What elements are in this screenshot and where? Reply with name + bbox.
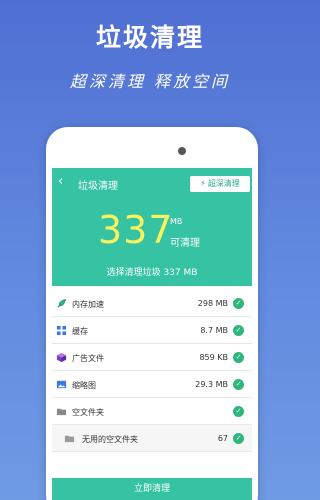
list-item-memory-boost[interactable]: 内存加速 298 MB ✓ — [52, 290, 252, 317]
list-item-unused-empty-folders[interactable]: 无用的空文件夹 67 ✓ — [52, 425, 252, 452]
list-item-size: 8.7 MB — [200, 326, 228, 335]
promo-title: 垃圾清理 — [95, 23, 204, 52]
list-item-label: 无用的空文件夹 — [82, 435, 138, 444]
check-icon[interactable]: ✓ — [233, 352, 244, 363]
list-item-label: 缩略图 — [72, 381, 96, 390]
list-item-label: 缓存 — [72, 327, 88, 336]
back-icon[interactable]: ‹ — [58, 174, 63, 189]
phone-speaker — [178, 147, 186, 155]
list-item-size: 29.3 MB — [195, 380, 228, 389]
selected-junk-text: 选择清理垃圾 337 MB — [106, 268, 198, 278]
list-item-size: 298 MB — [197, 299, 228, 308]
screen-title: 垃圾清理 — [78, 181, 118, 192]
check-icon[interactable]: ✓ — [233, 379, 244, 390]
check-icon[interactable]: ✓ — [233, 406, 244, 417]
image-icon — [56, 379, 67, 390]
deep-clean-button[interactable]: ⚡ 超深清理 — [190, 176, 250, 192]
list-item-label: 内存加速 — [72, 300, 104, 309]
phone-screen: ‹ 垃圾清理 ⚡ 超深清理 337 MB 可清理 选择清理垃圾 337 MB 内存… — [52, 168, 252, 500]
check-icon[interactable]: ✓ — [233, 325, 244, 336]
folder-icon — [64, 433, 75, 444]
promo-subtitle: 超深清理 释放空间 — [69, 72, 231, 91]
cleanable-label: 可清理 — [170, 238, 200, 249]
check-icon[interactable]: ✓ — [233, 433, 244, 444]
folder-icon — [56, 406, 67, 417]
junk-list: 内存加速 298 MB ✓ 缓存 8.7 MB ✓ 广告文件 859 KB ✓ … — [52, 290, 252, 452]
list-item-size: 67 — [217, 434, 228, 443]
junk-unit: MB — [170, 217, 183, 226]
rocket-icon — [56, 298, 67, 309]
grid-icon — [56, 325, 67, 336]
junk-amount: 337 — [98, 208, 174, 252]
list-item-cache[interactable]: 缓存 8.7 MB ✓ — [52, 317, 252, 344]
list-item-thumbnails[interactable]: 缩略图 29.3 MB ✓ — [52, 371, 252, 398]
list-item-empty-folders[interactable]: 空文件夹 ✓ — [52, 398, 252, 425]
deep-clean-label: 超深清理 — [207, 179, 240, 188]
lightning-icon: ⚡ — [200, 179, 206, 188]
list-item-size: 859 KB — [199, 353, 228, 362]
list-item-label: 广告文件 — [72, 354, 104, 363]
list-item-ad-files[interactable]: 广告文件 859 KB ✓ — [52, 344, 252, 371]
cube-icon — [56, 352, 67, 363]
check-icon[interactable]: ✓ — [233, 298, 244, 309]
clean-summary-header: ‹ 垃圾清理 ⚡ 超深清理 337 MB 可清理 选择清理垃圾 337 MB — [52, 168, 252, 286]
list-item-label: 空文件夹 — [72, 408, 104, 417]
clean-now-button[interactable]: 立即清理 — [52, 478, 252, 500]
